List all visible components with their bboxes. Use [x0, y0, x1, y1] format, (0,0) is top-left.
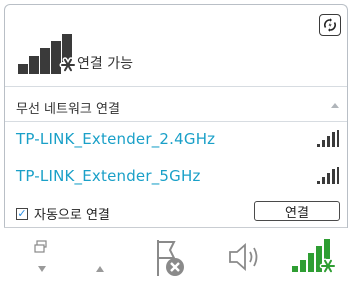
auto-connect-checkbox[interactable]: ✓ — [16, 207, 28, 220]
network-panel: 연결 가능 무선 네트워크 연결 TP-LINK_Extender_2.4GHz… — [4, 4, 348, 228]
connection-status-label: 연결 가능 — [77, 56, 133, 72]
signal-strength-icon — [317, 167, 339, 184]
refresh-icon — [324, 18, 336, 32]
network-item[interactable]: TP-LINK_Extender_5GHz — [16, 163, 339, 189]
auto-connect-row[interactable]: ✓ 자동으로 연결 — [16, 204, 110, 223]
arrow-down-icon[interactable] — [38, 266, 46, 272]
refresh-button[interactable] — [319, 14, 341, 36]
triangle-up-icon[interactable] — [331, 103, 339, 108]
windows-icon[interactable] — [34, 240, 48, 254]
wireless-section-header: 무선 네트워크 연결 — [16, 102, 120, 117]
auto-connect-label: 자동으로 연결 — [34, 208, 110, 223]
divider — [5, 86, 347, 87]
divider — [5, 121, 347, 122]
network-ssid: TP-LINK_Extender_5GHz — [16, 167, 201, 185]
arrow-up-icon[interactable] — [96, 266, 104, 272]
taskbar — [4, 227, 347, 286]
signal-bars-available-icon — [18, 34, 76, 74]
network-item[interactable]: TP-LINK_Extender_2.4GHz — [16, 126, 339, 152]
wifi-available-icon[interactable] — [292, 236, 338, 276]
connect-button[interactable]: 연결 — [254, 201, 340, 221]
network-ssid: TP-LINK_Extender_2.4GHz — [16, 130, 216, 148]
speaker-icon[interactable] — [228, 240, 264, 274]
signal-strength-icon — [317, 130, 339, 147]
flag-error-icon[interactable] — [152, 238, 186, 278]
